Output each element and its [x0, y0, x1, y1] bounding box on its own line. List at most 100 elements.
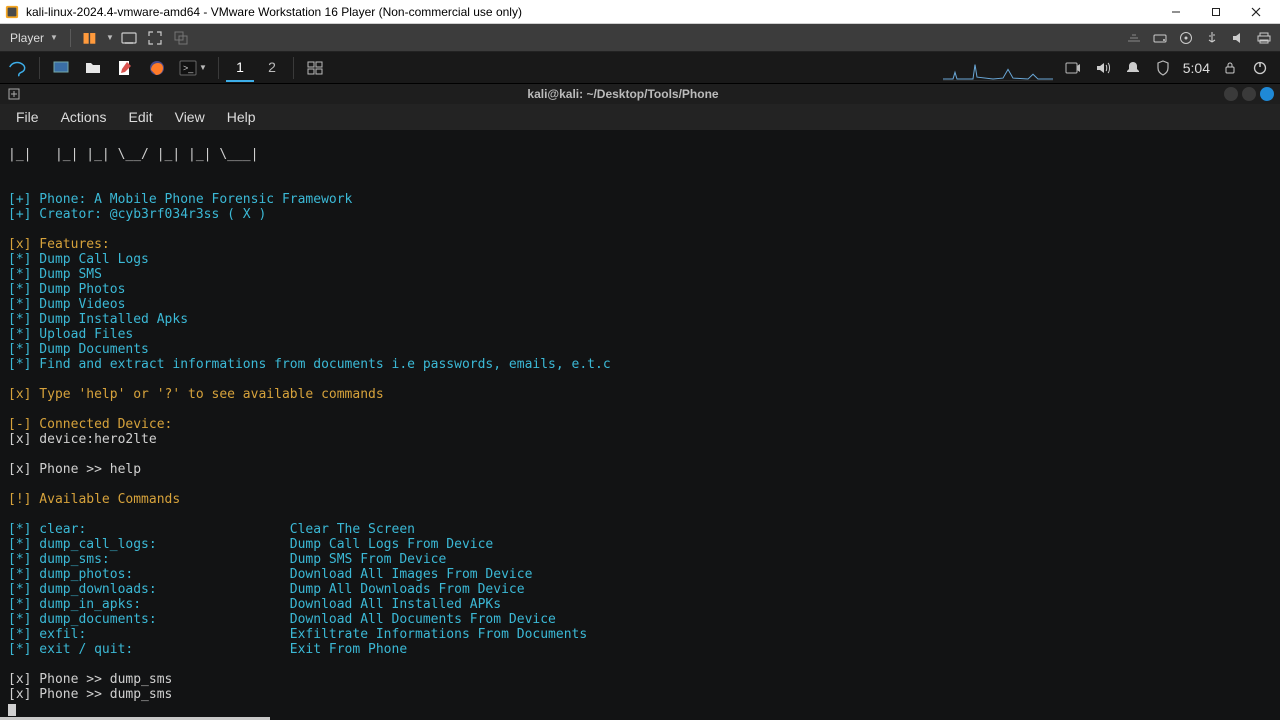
cmd: exit / quit: — [31, 642, 289, 657]
chevron-down-icon: ▼ — [199, 63, 207, 72]
minimize-button[interactable] — [1156, 1, 1196, 23]
show-desktop-button[interactable] — [47, 54, 75, 82]
fullscreen-button[interactable] — [143, 26, 167, 50]
brk: [+] — [8, 192, 31, 207]
terminal-title: kali@kali: ~/Desktop/Tools/Phone — [22, 87, 1224, 101]
brk: [*] — [8, 252, 31, 267]
txt: Type 'help' or '?' to see available comm… — [31, 387, 383, 402]
brk: [*] — [8, 297, 31, 312]
terminal-output[interactable]: |_| |_| |_| \__/ |_| |_| \___| [+] Phone… — [0, 130, 1280, 716]
terminal-titlebar: kali@kali: ~/Desktop/Tools/Phone — [0, 84, 1280, 104]
brk: [x] — [8, 387, 31, 402]
kali-taskbar: >_ ▼ 1 2 5:04 — [0, 52, 1280, 84]
usb-icon[interactable] — [1200, 26, 1224, 50]
window-title: kali-linux-2024.4-vmware-amd64 - VMware … — [26, 5, 1156, 19]
workspace-2[interactable]: 2 — [258, 54, 286, 82]
new-tab-button[interactable] — [6, 86, 22, 102]
menu-actions[interactable]: Actions — [51, 106, 117, 128]
cmd: dump_sms: — [31, 552, 289, 567]
brk: [*] — [8, 552, 31, 567]
brk: [x] — [8, 432, 31, 447]
cmd: clear: — [31, 522, 289, 537]
notifications-icon[interactable] — [1123, 58, 1143, 78]
brk: [x] — [8, 462, 31, 477]
txt: Phone: A Mobile Phone Forensic Framework — [31, 192, 352, 207]
screen-recorder-icon[interactable] — [1063, 58, 1083, 78]
svg-text:>_: >_ — [183, 63, 194, 73]
lock-icon[interactable] — [1220, 58, 1240, 78]
brk: [x] — [8, 237, 31, 252]
txt: Dump Photos — [31, 282, 125, 297]
brk: [-] — [8, 417, 31, 432]
terminal-menubar: File Actions Edit View Help — [0, 104, 1280, 130]
unity-mode-button[interactable] — [169, 26, 193, 50]
brk: [*] — [8, 357, 31, 372]
show-all-windows-button[interactable] — [301, 54, 329, 82]
pause-vm-button[interactable]: ▮▮ — [77, 26, 101, 50]
cpu-graph — [943, 55, 1053, 81]
ascii-art-line: |_| |_| |_| \__/ |_| |_| \___| — [8, 147, 258, 162]
txt: Dump SMS — [31, 267, 101, 282]
taskbar-separator — [293, 57, 294, 79]
txt: Features: — [31, 237, 109, 252]
volume-icon[interactable] — [1093, 58, 1113, 78]
security-icon[interactable] — [1153, 58, 1173, 78]
cmd: dump_downloads: — [31, 582, 289, 597]
terminal-maximize-button[interactable] — [1242, 87, 1256, 101]
maximize-button[interactable] — [1196, 1, 1236, 23]
brk: [*] — [8, 597, 31, 612]
txt: Dump Videos — [31, 297, 125, 312]
brk: [*] — [8, 537, 31, 552]
brk: [x] — [8, 672, 31, 687]
brk: [*] — [8, 567, 31, 582]
menu-file[interactable]: File — [6, 106, 49, 128]
brk: [*] — [8, 522, 31, 537]
brk: [+] — [8, 207, 31, 222]
cmd: dump_in_apks: — [31, 597, 289, 612]
brk: [*] — [8, 267, 31, 282]
printer-icon[interactable] — [1252, 26, 1276, 50]
clock[interactable]: 5:04 — [1183, 60, 1210, 76]
close-button[interactable] — [1236, 1, 1276, 23]
menu-help[interactable]: Help — [217, 106, 266, 128]
network-adapter-icon[interactable] — [1122, 26, 1146, 50]
desc: Clear The Screen — [290, 522, 415, 537]
desc: Download All Images From Device — [290, 567, 533, 582]
terminal-minimize-button[interactable] — [1224, 87, 1238, 101]
brk: [*] — [8, 282, 31, 297]
vmware-icon — [4, 4, 20, 20]
power-icon[interactable] — [1250, 58, 1270, 78]
terminal-launcher-button[interactable]: >_ ▼ — [175, 54, 211, 82]
taskbar-separator — [218, 57, 219, 79]
player-menu[interactable]: Player ▼ — [4, 27, 64, 49]
desc: Download All Installed APKs — [290, 597, 501, 612]
brk: [*] — [8, 642, 31, 657]
menu-view[interactable]: View — [165, 106, 215, 128]
cdrom-icon[interactable] — [1174, 26, 1198, 50]
pause-menu-dropdown[interactable]: ▼ — [103, 26, 115, 50]
text-editor-button[interactable] — [111, 54, 139, 82]
desc: Dump Call Logs From Device — [290, 537, 494, 552]
hard-disk-icon[interactable] — [1148, 26, 1172, 50]
sound-icon[interactable] — [1226, 26, 1250, 50]
txt: Creator: @cyb3rf034r3ss ( X ) — [31, 207, 266, 222]
kali-menu-button[interactable] — [4, 54, 32, 82]
send-ctrl-alt-del-button[interactable] — [117, 26, 141, 50]
file-manager-button[interactable] — [79, 54, 107, 82]
brk: [*] — [8, 327, 31, 342]
cursor — [8, 704, 16, 716]
brk: [*] — [8, 627, 31, 642]
terminal-close-button[interactable] — [1260, 87, 1274, 101]
desc: Exit From Phone — [290, 642, 407, 657]
brk: [*] — [8, 612, 31, 627]
firefox-button[interactable] — [143, 54, 171, 82]
txt: Phone >> dump_sms — [31, 687, 172, 702]
txt: Connected Device: — [31, 417, 172, 432]
menu-edit[interactable]: Edit — [118, 106, 162, 128]
desc: Download All Documents From Device — [290, 612, 556, 627]
txt: Dump Call Logs — [31, 252, 148, 267]
cmd: exfil: — [31, 627, 289, 642]
bottom-highlight-bar — [0, 716, 1280, 720]
txt: Available Commands — [31, 492, 180, 507]
workspace-1[interactable]: 1 — [226, 54, 254, 82]
